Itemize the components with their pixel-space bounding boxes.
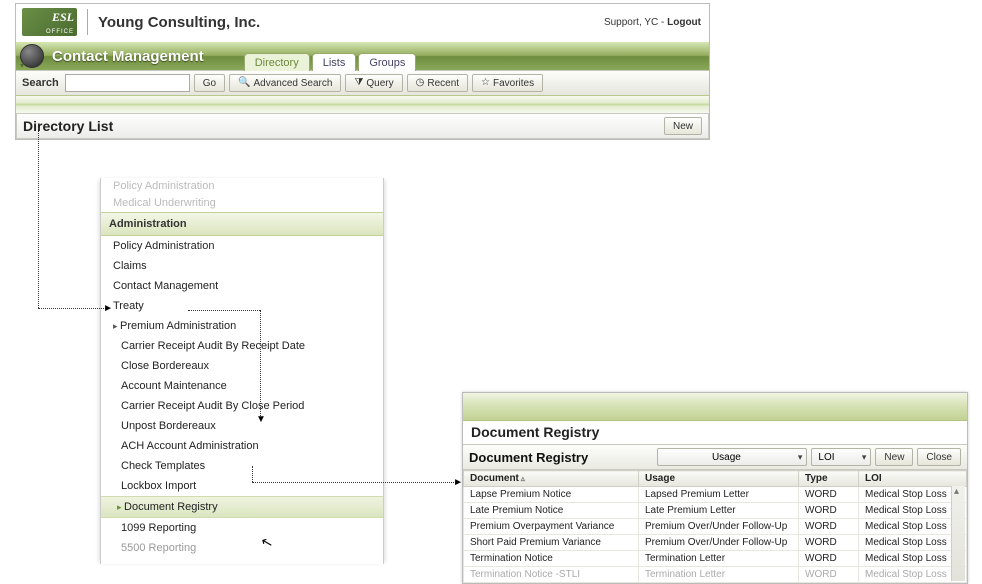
module-name: Contact Management bbox=[52, 48, 204, 65]
query-button[interactable]: ⧩Query bbox=[345, 74, 402, 92]
menu-section-header: Administration bbox=[101, 212, 383, 236]
search-toolbar: Search Go 🔍Advanced Search ⧩Query ◷Recen… bbox=[16, 70, 709, 95]
menu-item[interactable]: Claims bbox=[101, 256, 383, 276]
table-row: Premium Overpayment VariancePremium Over… bbox=[464, 519, 967, 535]
guide-line bbox=[38, 128, 39, 308]
page-title: Directory List bbox=[23, 118, 113, 134]
star-icon: ☆ bbox=[481, 78, 490, 88]
col-type[interactable]: Type bbox=[799, 471, 859, 487]
sort-asc-icon: ▵ bbox=[521, 474, 525, 483]
search-label: Search bbox=[22, 77, 59, 89]
col-document[interactable]: Document▵ bbox=[464, 471, 639, 487]
col-usage[interactable]: Usage bbox=[639, 471, 799, 487]
submenu-item[interactable]: Account Maintenance bbox=[101, 376, 383, 396]
document-registry-panel: Document Registry Document Registry Usag… bbox=[462, 392, 968, 584]
green-separator bbox=[16, 95, 709, 113]
submenu-item[interactable]: Unpost Bordereaux bbox=[101, 416, 383, 436]
app-header-panel: Young Consulting, Inc. Support, YC - Log… bbox=[15, 3, 710, 140]
menu-item[interactable]: Treaty bbox=[101, 296, 383, 316]
submenu-item[interactable]: Lockbox Import bbox=[101, 476, 383, 496]
brand-bar: Young Consulting, Inc. Support, YC - Log… bbox=[16, 4, 709, 42]
go-button[interactable]: Go bbox=[194, 74, 225, 92]
usage-select[interactable]: Usage bbox=[657, 448, 807, 466]
submenu-item[interactable]: ACH Account Administration bbox=[101, 436, 383, 456]
clock-icon: ◷ bbox=[416, 78, 425, 88]
panel-title: Document Registry bbox=[463, 421, 967, 445]
advanced-search-button[interactable]: 🔍Advanced Search bbox=[229, 74, 341, 92]
tab-lists[interactable]: Lists bbox=[312, 53, 357, 71]
registry-table: Document▵ Usage Type LOI Lapse Premium N… bbox=[463, 470, 967, 583]
faded-item: Medical Underwriting bbox=[101, 195, 383, 212]
module-tabs: Directory Lists Groups bbox=[244, 42, 417, 70]
module-switcher-icon[interactable] bbox=[20, 44, 44, 68]
page-header: Directory List New bbox=[16, 113, 709, 139]
submenu-item-document-registry[interactable]: Document Registry bbox=[101, 496, 383, 518]
registry-new-button[interactable]: New bbox=[875, 448, 913, 466]
submenu-item[interactable]: Check Templates bbox=[101, 456, 383, 476]
submenu-item[interactable]: Carrier Receipt Audit By Receipt Date bbox=[101, 336, 383, 356]
toolbar-title: Document Registry bbox=[469, 450, 588, 465]
table-row: Lapse Premium NoticeLapsed Premium Lette… bbox=[464, 487, 967, 503]
submenu-item[interactable]: Close Bordereaux bbox=[101, 356, 383, 376]
registry-close-button[interactable]: Close bbox=[917, 448, 961, 466]
loi-select[interactable]: LOI bbox=[811, 448, 871, 466]
user-name: Support, YC bbox=[604, 17, 658, 28]
submenu-item[interactable]: 5500 Reporting bbox=[101, 538, 383, 558]
logout-link[interactable]: Logout bbox=[667, 17, 701, 28]
col-loi[interactable]: LOI bbox=[859, 471, 967, 487]
module-bar: Contact Management Directory Lists Group… bbox=[16, 42, 709, 70]
submenu-item[interactable]: 1099 Reporting bbox=[101, 518, 383, 538]
new-button[interactable]: New bbox=[664, 117, 702, 135]
tab-directory[interactable]: Directory bbox=[244, 53, 310, 71]
panel-green-header bbox=[463, 393, 967, 421]
scrollbar[interactable] bbox=[951, 486, 965, 581]
favorites-button[interactable]: ☆Favorites bbox=[472, 74, 543, 92]
company-name: Young Consulting, Inc. bbox=[98, 14, 260, 31]
faded-item: Policy Administration bbox=[101, 178, 383, 195]
registry-toolbar: Document Registry Usage LOI New Close bbox=[463, 445, 967, 470]
menu-item[interactable]: Contact Management bbox=[101, 276, 383, 296]
tab-groups[interactable]: Groups bbox=[358, 53, 416, 71]
user-bar: Support, YC - Logout bbox=[604, 17, 701, 28]
esl-office-logo bbox=[22, 8, 77, 36]
submenu-item[interactable]: Carrier Receipt Audit By Close Period bbox=[101, 396, 383, 416]
admin-menu: Policy Administration Claims Contact Man… bbox=[101, 236, 383, 558]
registry-tbody: Lapse Premium NoticeLapsed Premium Lette… bbox=[464, 487, 967, 583]
table-row: Termination Notice -STLITermination Lett… bbox=[464, 567, 967, 583]
funnel-icon: ⧩ bbox=[354, 78, 363, 88]
guide-line bbox=[38, 308, 106, 309]
table-row: Short Paid Premium VariancePremium Over/… bbox=[464, 535, 967, 551]
admin-menu-panel: Policy Administration Medical Underwriti… bbox=[100, 178, 384, 564]
menu-item-premium-admin[interactable]: Premium Administration bbox=[101, 316, 383, 336]
table-row: Termination NoticeTermination LetterWORD… bbox=[464, 551, 967, 567]
table-row: Late Premium NoticeLate Premium LetterWO… bbox=[464, 503, 967, 519]
recent-button[interactable]: ◷Recent bbox=[407, 74, 468, 92]
divider bbox=[87, 9, 88, 35]
menu-item[interactable]: Policy Administration bbox=[101, 236, 383, 256]
magnify-icon: 🔍 bbox=[238, 78, 250, 88]
search-input[interactable] bbox=[65, 74, 190, 92]
